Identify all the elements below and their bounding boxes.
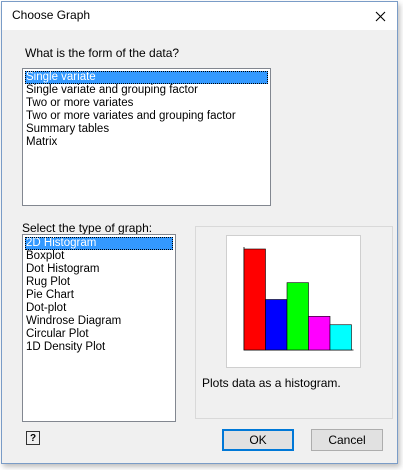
data-form-option[interactable]: Matrix	[25, 136, 268, 149]
close-button[interactable]	[367, 4, 393, 28]
graph-type-label: Select the type of graph:	[22, 221, 153, 235]
histogram-bar	[286, 282, 309, 351]
histogram-bar	[329, 324, 352, 351]
histogram-bar	[243, 248, 266, 351]
title-bar: Choose Graph	[2, 2, 397, 30]
choose-graph-dialog: Choose Graph What is the form of the dat…	[1, 1, 398, 464]
data-form-option[interactable]: Single variate	[25, 71, 268, 84]
graph-type-option[interactable]: 1D Density Plot	[25, 341, 173, 354]
graph-type-option[interactable]: Windrose Diagram	[25, 315, 173, 328]
graph-type-option[interactable]: Dot-plot	[25, 302, 173, 315]
data-form-option[interactable]: Summary tables	[25, 123, 268, 136]
graph-type-option[interactable]: Rug Plot	[25, 276, 173, 289]
window-title: Choose Graph	[12, 8, 91, 22]
graph-type-option[interactable]: 2D Histogram	[25, 237, 173, 250]
data-form-label: What is the form of the data?	[25, 46, 180, 60]
graph-type-option[interactable]: Pie Chart	[25, 289, 173, 302]
graph-type-option[interactable]: Dot Histogram	[25, 263, 173, 276]
help-button[interactable]: ?	[26, 431, 40, 445]
graph-type-option[interactable]: Boxplot	[25, 250, 173, 263]
histogram-bar	[308, 316, 331, 351]
help-icon: ?	[29, 432, 37, 444]
ok-button[interactable]: OK	[222, 429, 294, 451]
graph-type-option[interactable]: Circular Plot	[25, 328, 173, 341]
graph-type-listbox[interactable]: 2D Histogram Boxplot Dot Histogram Rug Plot…	[22, 234, 176, 422]
close-icon	[375, 11, 385, 21]
histogram-bar	[265, 299, 288, 351]
data-form-option[interactable]: Two or more variates	[25, 97, 268, 110]
graph-description: Plots data as a histogram.	[202, 376, 341, 390]
preview-graph	[226, 235, 361, 368]
data-form-option[interactable]: Two or more variates and grouping factor	[25, 110, 268, 123]
cancel-button[interactable]: Cancel	[311, 429, 383, 451]
histogram-preview-chart	[243, 247, 354, 351]
data-form-option[interactable]: Single variate and grouping factor	[25, 84, 268, 97]
data-form-listbox[interactable]: Single variate Single variate and groupin…	[22, 68, 271, 206]
